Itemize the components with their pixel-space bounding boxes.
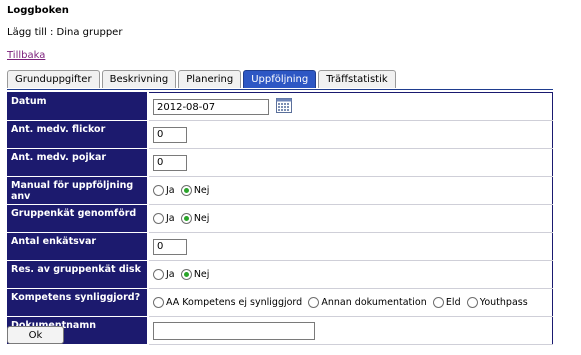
kompetens-youthpass-radio[interactable] [466, 296, 478, 308]
manual-ja-label: Ja [166, 184, 175, 196]
form-row-enkatsvar: Antal enkätsvar [7, 232, 553, 261]
flickor-label: Ant. medv. flickor [7, 120, 149, 149]
manual-ja-radio[interactable] [153, 184, 164, 196]
form-row-disk: Res. av gruppenkät disk Ja Nej [7, 260, 553, 289]
kompetens-eld-label: Eld [445, 296, 461, 308]
kompetens-eld-radio[interactable] [432, 296, 444, 308]
kompetens-label: Kompetens synliggjord? [7, 288, 149, 317]
tab-uppfoljning[interactable]: Uppföljning [243, 70, 317, 88]
app-title: Loggboken [7, 5, 69, 16]
disk-ja-label: Ja [166, 268, 175, 280]
form-row-gruppenkat: Gruppenkät genomförd Ja Nej [7, 204, 553, 233]
dokumentnamn-input[interactable] [153, 321, 315, 340]
kompetens-youthpass-label: Youthpass [479, 296, 528, 308]
manual-nej-label: Nej [193, 184, 210, 196]
kompetens-annan-radio[interactable] [308, 296, 320, 308]
tab-planering[interactable]: Planering [178, 70, 242, 88]
form-row-kompetens: Kompetens synliggjord? AA Kompetens ej s… [7, 288, 553, 317]
form-row-flickor: Ant. medv. flickor [7, 120, 553, 149]
tab-bar: Grunduppgifter Beskrivning Planering Upp… [7, 70, 396, 89]
form-row-manual: Manual för uppföljning anv Ja Nej [7, 176, 553, 205]
tab-beskrivning[interactable]: Beskrivning [101, 70, 177, 88]
enkatsvar-label: Antal enkätsvar [7, 232, 149, 261]
kompetens-annan-label: Annan dokumentation [321, 296, 427, 308]
gruppenkat-label: Gruppenkät genomförd [7, 204, 149, 233]
back-link[interactable]: Tillbaka [7, 50, 45, 61]
enkatsvar-input[interactable] [153, 238, 187, 255]
datum-label: Datum [7, 92, 149, 121]
disk-nej-label: Nej [193, 268, 210, 280]
manual-label: Manual för uppföljning anv [7, 176, 149, 205]
manual-nej-radio[interactable] [180, 184, 192, 196]
form-row-dokumentnamn: Dokumentnamn [7, 316, 553, 345]
pojkar-label: Ant. medv. pojkar [7, 148, 149, 177]
form-row-pojkar: Ant. medv. pojkar [7, 148, 553, 177]
pojkar-input[interactable] [153, 154, 187, 171]
datum-input[interactable] [153, 99, 269, 115]
followup-form: Datum Ant. medv. flickor Ant. m [7, 92, 553, 345]
gruppenkat-nej-radio[interactable] [180, 212, 192, 224]
kompetens-aa-label: AA Kompetens ej synliggjord [166, 296, 303, 308]
calendar-icon[interactable] [276, 97, 293, 116]
disk-ja-radio[interactable] [153, 268, 164, 280]
gruppenkat-ja-radio[interactable] [153, 212, 164, 224]
kompetens-aa-radio[interactable] [153, 296, 164, 308]
tab-grunduppgifter[interactable]: Grunduppgifter [7, 70, 100, 88]
form-row-datum: Datum [7, 92, 553, 121]
tab-traffstatistik[interactable]: Träffstatistik [318, 70, 396, 88]
gruppenkat-nej-label: Nej [193, 212, 210, 224]
ok-button[interactable]: Ok [7, 326, 64, 344]
page-subtitle: Lägg till : Dina grupper [7, 27, 123, 38]
disk-label: Res. av gruppenkät disk [7, 260, 149, 289]
gruppenkat-ja-label: Ja [166, 212, 175, 224]
flickor-input[interactable] [153, 126, 187, 143]
disk-nej-radio[interactable] [180, 268, 192, 280]
tab-divider [7, 89, 553, 90]
